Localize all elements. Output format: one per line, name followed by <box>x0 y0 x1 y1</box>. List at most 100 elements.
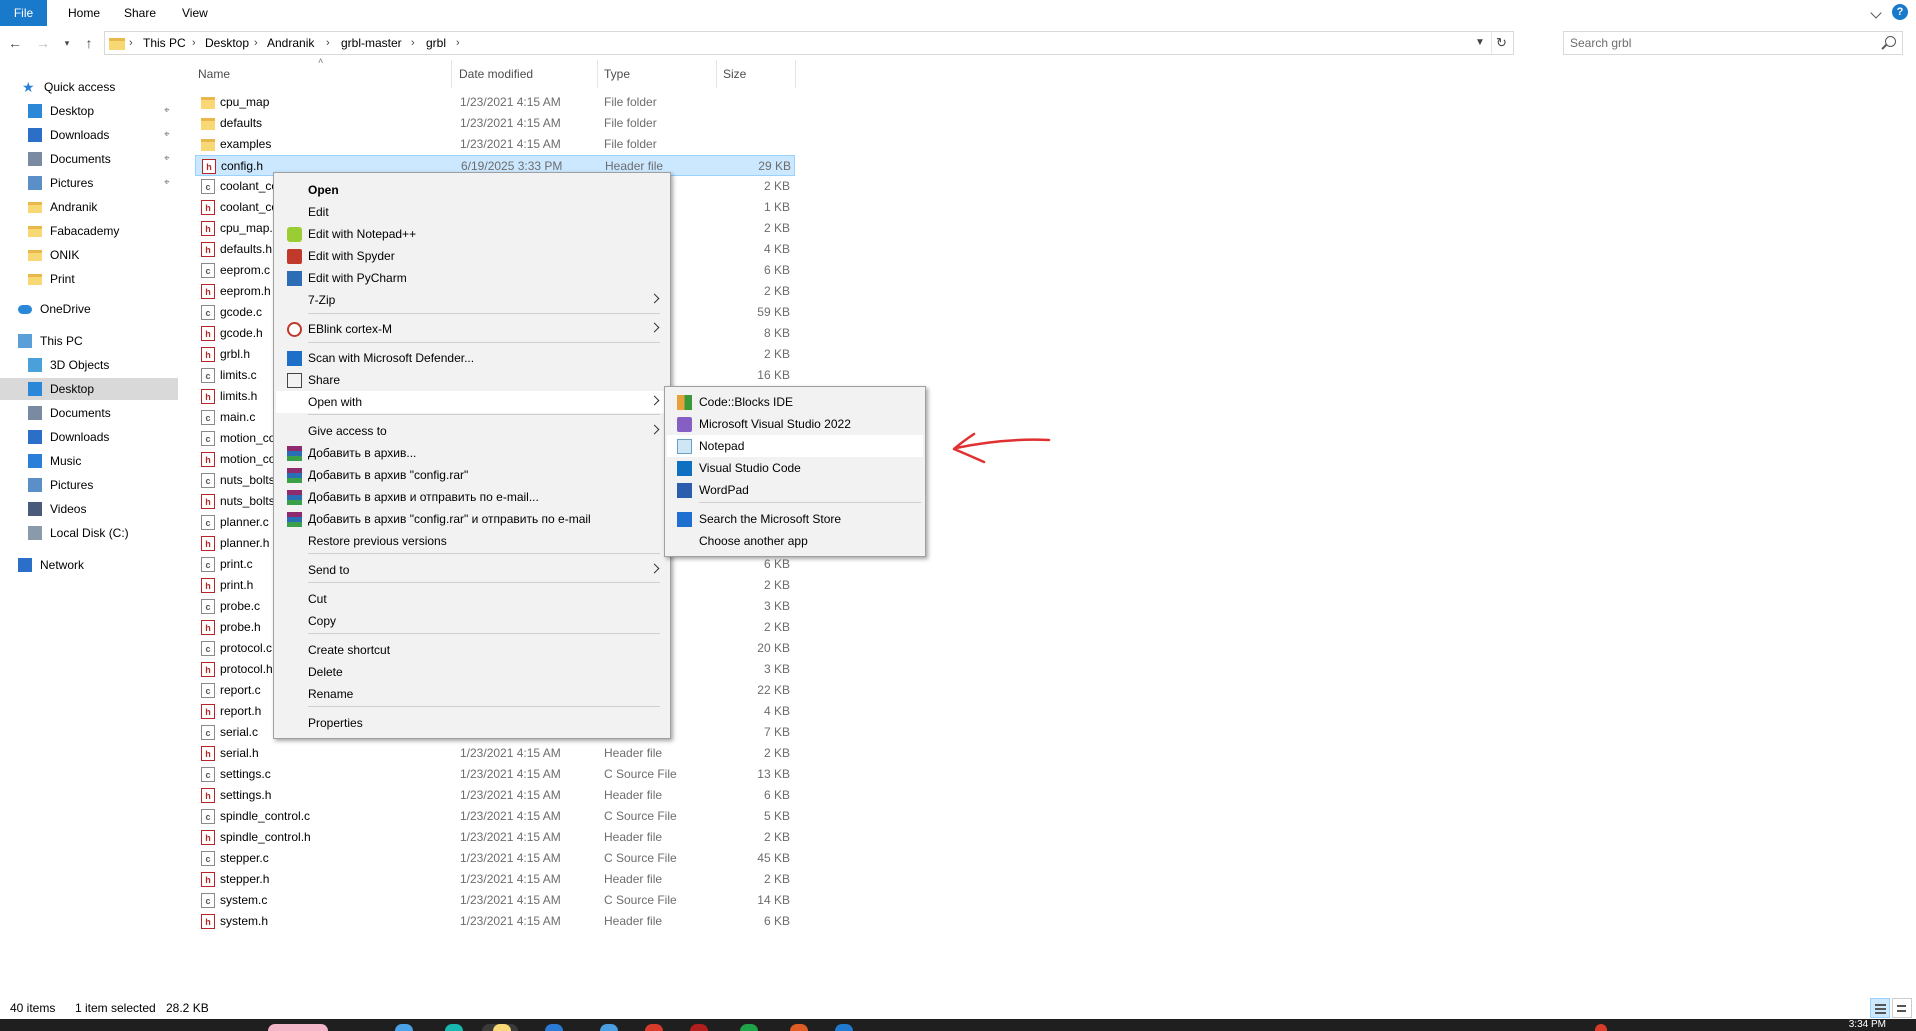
sidebar-item-desktop[interactable]: Desktop <box>0 378 178 400</box>
sidebar-item-3d-objects[interactable]: 3D Objects <box>0 354 178 376</box>
sidebar-item-quick-access[interactable]: ★ Quick access <box>0 76 178 98</box>
help-icon[interactable]: ? <box>1892 4 1908 20</box>
tab-file[interactable]: File <box>0 0 47 26</box>
menu-item-edit[interactable]: Edit <box>276 201 668 223</box>
breadcrumb-andranik[interactable]: Andranik <box>267 32 314 54</box>
pin-icon[interactable]: ⌖ <box>164 124 170 146</box>
menu-item-rar-archive-3[interactable]: Добавить в архив и отправить по e-mail..… <box>276 486 668 508</box>
menu-item-share[interactable]: Share <box>276 369 668 391</box>
taskbar-app-icon[interactable] <box>445 1024 463 1031</box>
tab-view[interactable]: View <box>170 0 220 26</box>
breadcrumb-grbl[interactable]: grbl <box>426 32 446 54</box>
open-with-item-wordpad[interactable]: WordPad <box>667 479 923 501</box>
menu-item-rar-archive-1[interactable]: Добавить в архив... <box>276 442 668 464</box>
taskbar-app-icon[interactable] <box>645 1024 663 1031</box>
details-view-button[interactable] <box>1870 998 1890 1018</box>
pin-icon[interactable]: ⌖ <box>164 172 170 194</box>
sidebar-item-documents[interactable]: Documents <box>0 402 178 424</box>
open-with-item-visual-studio-code[interactable]: Visual Studio Code <box>667 457 923 479</box>
sidebar-item-local-disk-c[interactable]: Local Disk (C:) <box>0 522 178 544</box>
sidebar-item-pictures[interactable]: Pictures ⌖ <box>0 172 178 194</box>
column-size[interactable]: Size <box>723 64 746 84</box>
taskbar-app-icon[interactable] <box>690 1024 708 1031</box>
column-date-modified[interactable]: Date modified <box>459 64 533 84</box>
forward-icon[interactable]: → <box>34 34 52 52</box>
menu-item-open-with[interactable]: Open with <box>276 391 668 413</box>
sidebar-item-documents[interactable]: Documents ⌖ <box>0 148 178 170</box>
menu-item-restore-previous-versions[interactable]: Restore previous versions <box>276 530 668 552</box>
breadcrumb-this-pc[interactable]: This PC <box>143 32 186 54</box>
file-row[interactable]: h serial.h 1/23/2021 4:15 AM Header file 2 K… <box>195 743 795 764</box>
sidebar-item-onik[interactable]: ONIK <box>0 244 178 266</box>
file-row[interactable]: c system.c 1/23/2021 4:15 AM C Source File 1… <box>195 890 795 911</box>
file-row[interactable]: c stepper.c 1/23/2021 4:15 AM C Source File… <box>195 848 795 869</box>
sidebar-item-desktop[interactable]: Desktop ⌖ <box>0 100 178 122</box>
menu-item-open[interactable]: Open <box>276 179 668 201</box>
taskbar-app-icon[interactable] <box>545 1024 563 1031</box>
sidebar-item-downloads[interactable]: Downloads ⌖ <box>0 124 178 146</box>
search-icon[interactable] <box>1885 36 1896 47</box>
sidebar-item-downloads[interactable]: Downloads <box>0 426 178 448</box>
breadcrumb-desktop[interactable]: Desktop <box>205 32 249 54</box>
menu-item-copy[interactable]: Copy <box>276 610 668 632</box>
tab-home[interactable]: Home <box>56 0 112 26</box>
taskbar-app-icon[interactable] <box>600 1024 618 1031</box>
recent-locations-icon[interactable]: ▾ <box>58 34 76 52</box>
file-row[interactable]: h spindle_control.h 1/23/2021 4:15 AM Heade… <box>195 827 795 848</box>
taskbar-app-icon[interactable] <box>740 1024 758 1031</box>
taskbar-folder-icon[interactable] <box>493 1024 511 1031</box>
taskbar-app-icon[interactable] <box>790 1024 808 1031</box>
menu-item-cut[interactable]: Cut <box>276 588 668 610</box>
file-row[interactable]: h settings.h 1/23/2021 4:15 AM Header file 6… <box>195 785 795 806</box>
search-input[interactable]: Search grbl <box>1563 31 1903 55</box>
open-with-item-search-the-microsoft-store[interactable]: Search the Microsoft Store <box>667 508 923 530</box>
menu-item-properties[interactable]: Properties <box>276 712 668 734</box>
menu-item-eblink-cortex-m[interactable]: EBlink cortex-M <box>276 318 668 340</box>
sidebar-item-network[interactable]: Network <box>0 554 178 576</box>
file-row[interactable]: defaults 1/23/2021 4:15 AM File folder <box>195 113 795 134</box>
menu-item-rar-archive-4[interactable]: Добавить в архив "config.rar" и отправит… <box>276 508 668 530</box>
menu-item-scan-with-microsoft-defender[interactable]: Scan with Microsoft Defender... <box>276 347 668 369</box>
file-row[interactable]: c settings.c 1/23/2021 4:15 AM C Source Fil… <box>195 764 795 785</box>
sidebar-item-fabacademy[interactable]: Fabacademy <box>0 220 178 242</box>
up-icon[interactable]: ↑ <box>80 34 98 52</box>
sidebar-item-videos[interactable]: Videos <box>0 498 178 520</box>
expand-ribbon-icon[interactable] <box>1870 7 1882 19</box>
open-with-item-microsoft-visual-studio-2022[interactable]: Microsoft Visual Studio 2022 <box>667 413 923 435</box>
tray-icon[interactable] <box>1595 1024 1607 1031</box>
pin-icon[interactable]: ⌖ <box>164 148 170 170</box>
open-with-item-choose-another-app[interactable]: Choose another app <box>667 530 923 552</box>
address-bar[interactable]: › This PC › Desktop › Andranik › grbl-ma… <box>104 31 1514 55</box>
menu-item-rename[interactable]: Rename <box>276 683 668 705</box>
sidebar-item-music[interactable]: Music <box>0 450 178 472</box>
column-type[interactable]: Type <box>604 64 630 84</box>
sidebar-item-onedrive[interactable]: OneDrive <box>0 298 178 320</box>
menu-item-delete[interactable]: Delete <box>276 661 668 683</box>
menu-item-rar-archive-2[interactable]: Добавить в архив "config.rar" <box>276 464 668 486</box>
column-name[interactable]: Name <box>198 64 230 84</box>
taskbar-app-icon[interactable] <box>395 1024 413 1031</box>
menu-item-create-shortcut[interactable]: Create shortcut <box>276 639 668 661</box>
sidebar-item-this-pc[interactable]: This PC <box>0 330 178 352</box>
menu-item-edit-with-spyder[interactable]: Edit with Spyder <box>276 245 668 267</box>
file-row[interactable]: c spindle_control.c 1/23/2021 4:15 AM C Sou… <box>195 806 795 827</box>
tab-share[interactable]: Share <box>112 0 168 26</box>
menu-item-edit-with-notepad[interactable]: Edit with Notepad++ <box>276 223 668 245</box>
taskbar-app-icon[interactable] <box>835 1024 853 1031</box>
refresh-icon[interactable]: ↻ <box>1491 32 1511 54</box>
menu-item-give-access-to[interactable]: Give access to <box>276 420 668 442</box>
file-row[interactable]: h system.h 1/23/2021 4:15 AM Header file 6 K… <box>195 911 795 932</box>
file-row[interactable]: examples 1/23/2021 4:15 AM File folder <box>195 134 795 155</box>
sidebar-item-print[interactable]: Print <box>0 268 178 290</box>
menu-item-send-to[interactable]: Send to <box>276 559 668 581</box>
open-with-item-notepad[interactable]: Notepad <box>667 435 923 457</box>
open-with-item-code-blocks-ide[interactable]: Code::Blocks IDE <box>667 391 923 413</box>
breadcrumb-grbl-master[interactable]: grbl-master <box>341 32 402 54</box>
file-row[interactable]: h stepper.h 1/23/2021 4:15 AM Header file 2 … <box>195 869 795 890</box>
sidebar-item-pictures[interactable]: Pictures <box>0 474 178 496</box>
sidebar-item-andranik[interactable]: Andranik <box>0 196 178 218</box>
menu-item-7-zip[interactable]: 7-Zip <box>276 289 668 311</box>
file-row[interactable]: cpu_map 1/23/2021 4:15 AM File folder <box>195 92 795 113</box>
address-dropdown-icon[interactable]: ▼ <box>1471 32 1489 54</box>
taskbar-clock[interactable]: 3:34 PM <box>1849 1019 1886 1031</box>
